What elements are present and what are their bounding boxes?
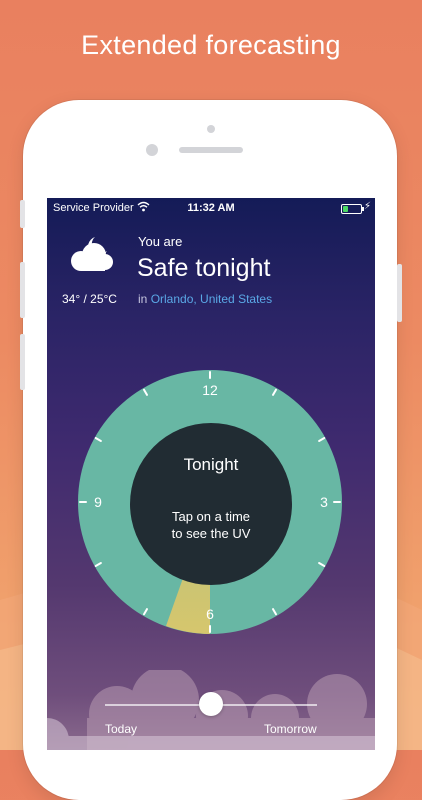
- temperature-readout: 34° / 25°C: [62, 292, 117, 306]
- app-screen: Service Provider 11:32 AM ⚡ 34° / 25°C Y…: [47, 198, 375, 750]
- status-time: 11:32 AM: [187, 202, 235, 214]
- volume-up-button: [20, 262, 25, 318]
- dial-center-hint-line2: to see the UV: [172, 526, 251, 541]
- volume-down-button: [20, 334, 25, 390]
- location-link[interactable]: Orlando, United States: [151, 292, 272, 306]
- uv-clock-dial[interactable]: 12 3 6 9 Tonight Tap on a time to see th…: [78, 366, 342, 638]
- uv-status-title: Safe tonight: [137, 254, 271, 282]
- hour-label-3[interactable]: 3: [320, 494, 328, 510]
- front-camera: [146, 144, 158, 156]
- slider-label-tomorrow[interactable]: Tomorrow: [264, 722, 317, 736]
- location-line: in Orlando, United States: [138, 292, 272, 306]
- headline: Extended forecasting: [81, 30, 341, 60]
- dial-center-title: Tonight: [184, 455, 239, 474]
- earpiece-speaker: [179, 147, 243, 153]
- status-bar: Service Provider 11:32 AM ⚡: [47, 198, 375, 218]
- location-prefix: in: [138, 292, 148, 306]
- power-button: [397, 264, 402, 322]
- dial-center-hint-line1: Tap on a time: [172, 509, 250, 524]
- day-slider-thumb[interactable]: [199, 692, 223, 716]
- hour-label-6[interactable]: 6: [206, 606, 214, 622]
- moon-cloud-icon: [71, 237, 113, 271]
- dial-center[interactable]: [130, 423, 292, 585]
- charging-icon: ⚡: [364, 201, 372, 212]
- slider-label-today[interactable]: Today: [105, 722, 137, 736]
- battery-icon: [341, 204, 364, 214]
- proximity-sensor: [207, 125, 215, 133]
- mute-switch: [20, 200, 25, 228]
- status-intro: You are: [138, 234, 183, 249]
- hour-label-9[interactable]: 9: [94, 494, 102, 510]
- hour-label-12[interactable]: 12: [202, 382, 218, 398]
